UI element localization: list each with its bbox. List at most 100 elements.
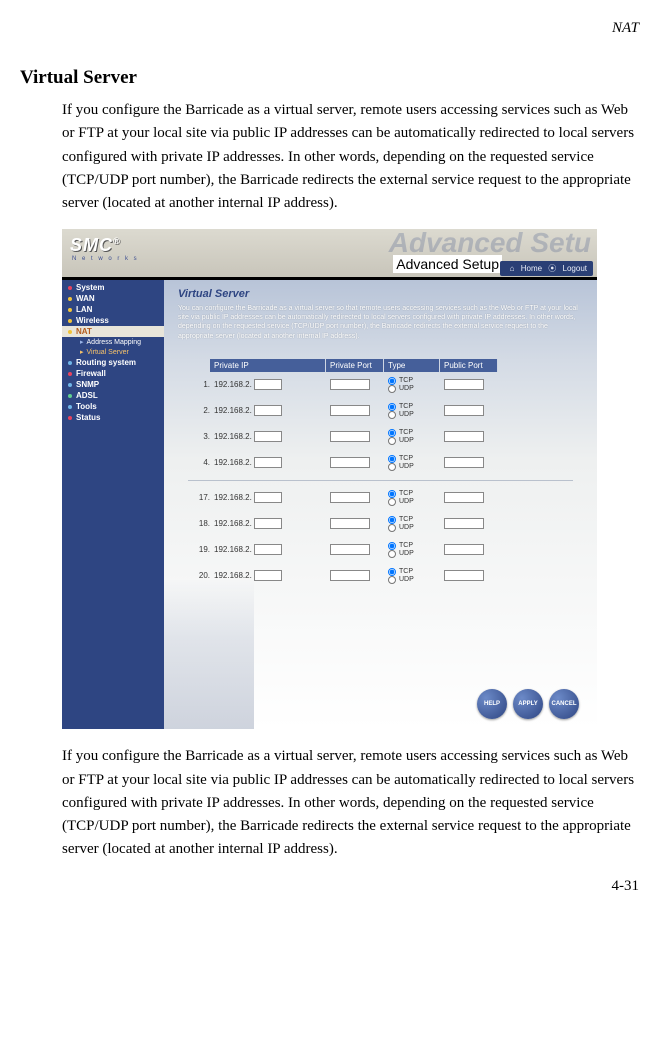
table-row: 17.192.168.2.TCPUDP [188, 485, 583, 511]
sidebar-item-label: Firewall [76, 369, 106, 378]
row-number: 19. [188, 545, 214, 554]
tcp-radio[interactable]: TCP [388, 516, 444, 524]
private-ip-input[interactable] [254, 518, 282, 529]
table-divider [188, 480, 573, 481]
row-number: 1. [188, 380, 214, 389]
private-port-input[interactable] [330, 405, 370, 416]
udp-radio[interactable]: UDP [388, 498, 444, 506]
private-port-input[interactable] [330, 431, 370, 442]
public-port-input[interactable] [444, 457, 484, 468]
table-row: 4.192.168.2.TCPUDP [188, 450, 583, 476]
bullet-icon [68, 286, 72, 290]
ip-prefix: 192.168.2. [214, 432, 252, 441]
bullet-icon [68, 330, 72, 334]
sidebar-item-label: Wireless [76, 316, 109, 325]
private-port-input[interactable] [330, 457, 370, 468]
content-pane: Virtual Server You can configure the Bar… [164, 280, 597, 729]
home-link[interactable]: ⌂ Home [510, 264, 542, 273]
bullet-icon [68, 308, 72, 312]
sidebar-item-label: NAT [76, 327, 92, 336]
private-ip-input[interactable] [254, 431, 282, 442]
private-port-input[interactable] [330, 544, 370, 555]
udp-radio[interactable]: UDP [388, 385, 444, 393]
col-type: Type [384, 359, 440, 372]
advanced-setup-label: Advanced Setup [393, 255, 502, 273]
sidebar-item-snmp[interactable]: SNMP [62, 379, 164, 390]
private-port-input[interactable] [330, 492, 370, 503]
ip-prefix: 192.168.2. [214, 519, 252, 528]
logout-link[interactable]: ⦿ Logout [548, 264, 587, 273]
sidebar-item-adsl[interactable]: ADSL [62, 390, 164, 401]
intro-paragraph-1: If you configure the Barricade as a virt… [62, 99, 639, 215]
public-port-input[interactable] [444, 570, 484, 581]
help-button[interactable]: HELP [477, 689, 507, 719]
sidebar-item-label: WAN [76, 294, 95, 303]
udp-radio[interactable]: UDP [388, 463, 444, 471]
private-ip-input[interactable] [254, 570, 282, 581]
section-title: Virtual Server [20, 67, 639, 89]
tcp-radio[interactable]: TCP [388, 429, 444, 437]
cancel-button[interactable]: CANCEL [549, 689, 579, 719]
tcp-radio[interactable]: TCP [388, 490, 444, 498]
sidebar-item-wan[interactable]: WAN [62, 293, 164, 304]
private-ip-input[interactable] [254, 457, 282, 468]
sidebar-item-wireless[interactable]: Wireless [62, 315, 164, 326]
apply-button[interactable]: APPLY [513, 689, 543, 719]
bullet-icon [68, 372, 72, 376]
sidebar-item-label: LAN [76, 305, 92, 314]
sidebar-item-tools[interactable]: Tools [62, 401, 164, 412]
private-port-input[interactable] [330, 570, 370, 581]
tcp-radio[interactable]: TCP [388, 403, 444, 411]
row-number: 20. [188, 571, 214, 580]
router-screenshot: SMC® N e t w o r k s Advanced Setu Advan… [62, 229, 597, 729]
intro-paragraph-2: If you configure the Barricade as a virt… [62, 745, 639, 861]
private-port-input[interactable] [330, 379, 370, 390]
tcp-radio[interactable]: TCP [388, 568, 444, 576]
bullet-icon [68, 297, 72, 301]
sidebar-item-label: Routing system [76, 358, 136, 367]
ip-prefix: 192.168.2. [214, 380, 252, 389]
private-ip-input[interactable] [254, 379, 282, 390]
table-row: 1.192.168.2. TCPUDP [188, 372, 583, 398]
bullet-icon [68, 383, 72, 387]
bullet-icon [68, 394, 72, 398]
sidebar-subitem-virtual-server[interactable]: ▸Virtual Server [62, 347, 164, 357]
content-description: You can configure the Barricade as a vir… [178, 304, 583, 340]
tcp-radio[interactable]: TCP [388, 542, 444, 550]
private-ip-input[interactable] [254, 492, 282, 503]
sidebar-item-firewall[interactable]: Firewall [62, 368, 164, 379]
private-ip-input[interactable] [254, 405, 282, 416]
top-bar: ⌂ Home ⦿ Logout [500, 261, 593, 276]
sidebar-item-status[interactable]: Status [62, 412, 164, 423]
table-row: 3.192.168.2.TCPUDP [188, 424, 583, 450]
sidebar-item-label: Tools [76, 402, 97, 411]
row-number: 18. [188, 519, 214, 528]
tcp-radio[interactable]: TCP [388, 455, 444, 463]
udp-radio[interactable]: UDP [388, 550, 444, 558]
public-port-input[interactable] [444, 492, 484, 503]
udp-radio[interactable]: UDP [388, 576, 444, 584]
public-port-input[interactable] [444, 379, 484, 390]
sidebar-item-system[interactable]: System [62, 282, 164, 293]
sidebar-item-label: ADSL [76, 391, 98, 400]
tcp-radio[interactable]: TCP [388, 377, 444, 385]
ip-prefix: 192.168.2. [214, 458, 252, 467]
public-port-input[interactable] [444, 544, 484, 555]
public-port-input[interactable] [444, 405, 484, 416]
type-cell: TCPUDP [388, 516, 444, 532]
sidebar-item-lan[interactable]: LAN [62, 304, 164, 315]
private-ip-input[interactable] [254, 544, 282, 555]
public-port-input[interactable] [444, 431, 484, 442]
sidebar-item-nat[interactable]: NAT [62, 326, 164, 337]
private-port-input[interactable] [330, 518, 370, 529]
ip-prefix: 192.168.2. [214, 406, 252, 415]
type-cell: TCPUDP [388, 455, 444, 471]
type-cell: TCPUDP [388, 377, 444, 393]
ip-prefix: 192.168.2. [214, 493, 252, 502]
udp-radio[interactable]: UDP [388, 524, 444, 532]
sidebar-subitem-address-mapping[interactable]: ▸Address Mapping [62, 337, 164, 347]
sidebar-item-routing-system[interactable]: Routing system [62, 357, 164, 368]
public-port-input[interactable] [444, 518, 484, 529]
udp-radio[interactable]: UDP [388, 411, 444, 419]
udp-radio[interactable]: UDP [388, 437, 444, 445]
